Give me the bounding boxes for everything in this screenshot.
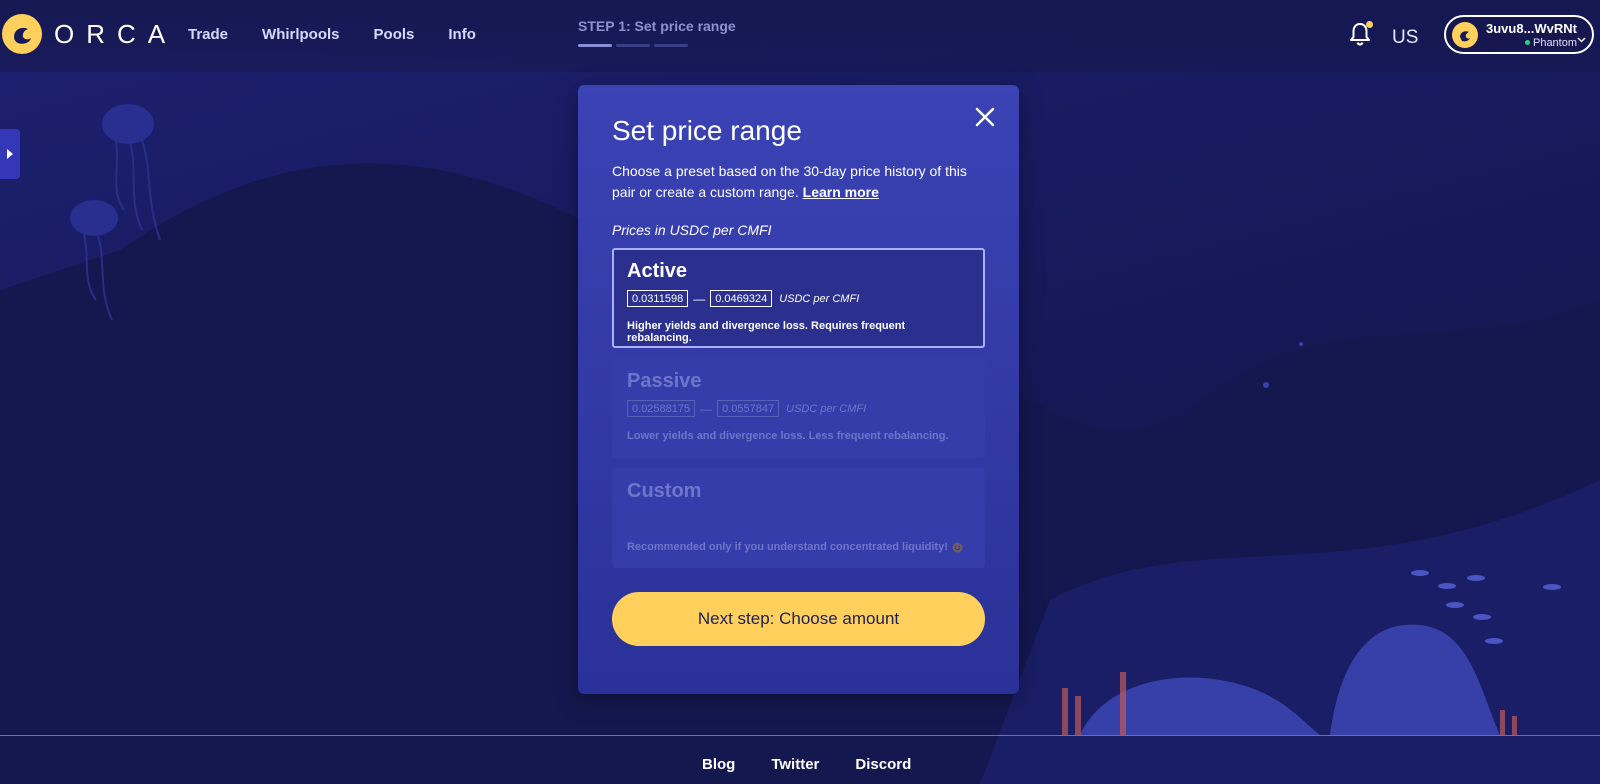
nav-pools[interactable]: Pools (374, 26, 415, 43)
nav-whirlpools[interactable]: Whirlpools (262, 26, 340, 43)
step-indicator: STEP 1: Set price range (578, 18, 736, 47)
smile-emoji-icon (952, 542, 963, 552)
step-bar-1 (578, 44, 612, 47)
nav-trade[interactable]: Trade (188, 26, 228, 43)
next-step-button[interactable]: Next step: Choose amount (612, 592, 985, 646)
set-price-range-modal: Set price range Choose a preset based on… (578, 85, 1019, 694)
orca-whale-icon (2, 14, 42, 54)
connected-status-icon (1524, 40, 1530, 45)
wallet-provider: Phantom (1486, 37, 1577, 49)
active-unit: USDC per CMFI (779, 292, 860, 305)
active-max-price: 0.0469324 (710, 290, 773, 307)
step-progress (578, 44, 736, 47)
step-label: STEP 1: Set price range (578, 18, 736, 34)
footer: Blog Twitter Discord (0, 736, 1600, 784)
wallet-button[interactable]: 3uvu8...WvRNt Phantom (1444, 15, 1594, 54)
brand-name: ORCA (54, 18, 178, 49)
region-selector[interactable]: US (1392, 27, 1418, 49)
passive-min-price: 0.02588175 (627, 400, 696, 417)
option-passive[interactable]: Passive 0.02588175 — 0.0557847 USDC per … (612, 358, 985, 458)
passive-unit: USDC per CMFI (786, 402, 867, 415)
footer-link-blog[interactable]: Blog (702, 756, 735, 773)
wallet-avatar-icon (1452, 21, 1478, 48)
footer-link-discord[interactable]: Discord (855, 756, 911, 773)
range-dash: — (693, 291, 706, 306)
learn-more-link[interactable]: Learn more (803, 184, 879, 200)
step-bar-2 (616, 44, 650, 47)
sidebar-toggle[interactable] (0, 129, 20, 179)
wallet-info: 3uvu8...WvRNt Phantom (1486, 21, 1577, 49)
active-min-price: 0.0311598 (627, 290, 689, 307)
option-active[interactable]: Active 0.0311598 — 0.0469324 USDC per CM… (612, 248, 985, 348)
option-passive-title: Passive (627, 370, 702, 392)
option-active-range: 0.0311598 — 0.0469324 USDC per CMFI (627, 290, 970, 307)
modal-title: Set price range (612, 115, 802, 146)
step-bar-3 (654, 44, 688, 47)
top-header: ORCA Trade Whirlpools Pools Info STEP 1:… (0, 0, 1600, 72)
footer-link-twitter[interactable]: Twitter (771, 756, 819, 773)
close-icon[interactable] (973, 105, 997, 129)
notifications-bell-icon[interactable] (1349, 21, 1373, 46)
option-active-note: Higher yields and divergence loss. Requi… (627, 320, 906, 344)
option-active-title: Active (627, 260, 688, 282)
main-nav: Trade Whirlpools Pools Info (188, 26, 476, 43)
option-custom-note: Recommended only if you understand conce… (627, 541, 948, 553)
option-passive-note: Lower yields and divergence loss. Less f… (627, 430, 949, 442)
wallet-address: 3uvu8...WvRNt (1486, 20, 1578, 36)
notification-dot (1366, 21, 1373, 28)
nav-info[interactable]: Info (448, 26, 476, 43)
custom-note-row: Recommended only if you understand conce… (627, 541, 970, 553)
chevron-right-icon (7, 149, 13, 159)
range-dash: — (700, 401, 713, 416)
price-unit-label: Prices in USDC per CMFI (612, 222, 772, 238)
passive-max-price: 0.0557847 (717, 400, 780, 417)
footer-links: Blog Twitter Discord (702, 756, 911, 773)
option-custom[interactable]: Custom Recommended only if you understan… (612, 468, 985, 568)
description-text: Choose a preset based on the 30-day pric… (612, 163, 967, 200)
option-passive-range: 0.02588175 — 0.0557847 USDC per CMFI (627, 400, 970, 417)
orca-logo[interactable]: ORCA (2, 14, 177, 54)
chevron-down-icon (1577, 30, 1586, 48)
modal-description: Choose a preset based on the 30-day pric… (612, 161, 985, 203)
wallet-provider-label: Phantom (1532, 36, 1578, 49)
option-custom-title: Custom (627, 480, 702, 502)
